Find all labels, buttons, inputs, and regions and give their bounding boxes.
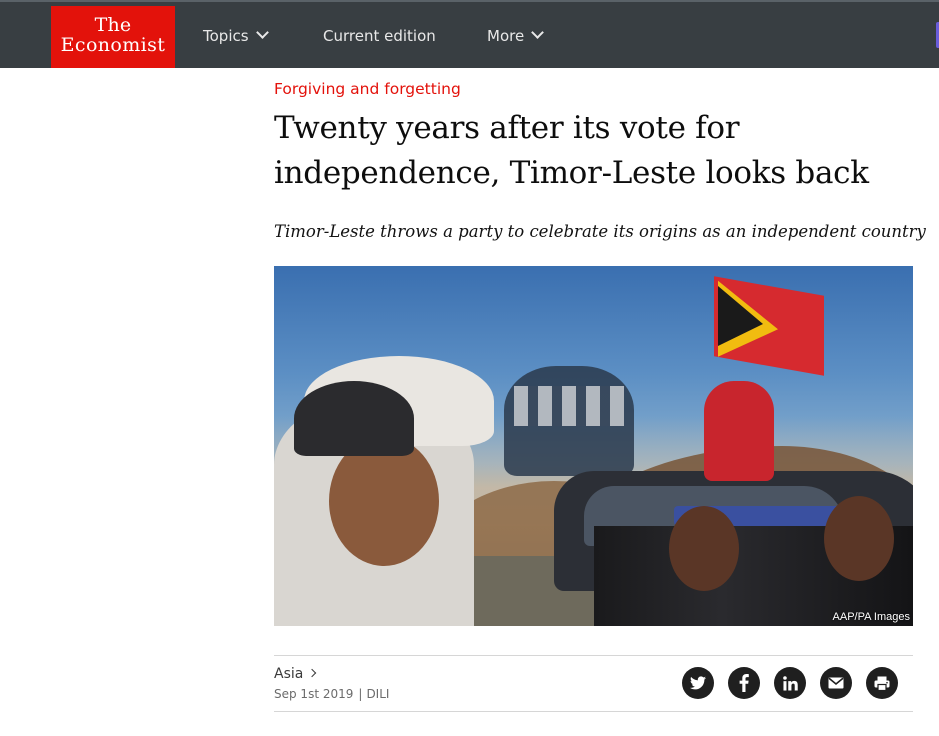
divider bbox=[274, 711, 913, 712]
nav-topics[interactable]: Topics bbox=[203, 25, 269, 47]
chevron-down-icon bbox=[255, 26, 269, 39]
facebook-icon bbox=[739, 674, 749, 692]
share-email-button[interactable] bbox=[820, 667, 852, 699]
dateline-location: DILI bbox=[366, 687, 390, 701]
nav-current-edition-label: Current edition bbox=[323, 27, 436, 45]
print-icon bbox=[874, 676, 890, 691]
share-print-button[interactable] bbox=[866, 667, 898, 699]
linkedin-icon bbox=[782, 675, 798, 691]
logo-line-2: Economist bbox=[60, 34, 166, 56]
chevron-right-icon bbox=[308, 668, 317, 678]
section-link-asia[interactable]: Asia bbox=[274, 664, 317, 684]
divider bbox=[274, 655, 913, 656]
article-subheadline: Timor-Leste throws a party to celebrate … bbox=[274, 222, 926, 241]
share-facebook-button[interactable] bbox=[728, 667, 760, 699]
nav-more-label: More bbox=[487, 27, 525, 45]
share-twitter-button[interactable] bbox=[682, 667, 714, 699]
nav-more[interactable]: More bbox=[487, 25, 545, 47]
article-rubric: Forgiving and forgetting bbox=[274, 80, 461, 98]
dateline-separator: | bbox=[358, 687, 363, 701]
article-headline: Twenty years after its vote for independ… bbox=[274, 110, 869, 191]
publish-date: Sep 1st 2019 bbox=[274, 687, 354, 701]
logo-line-1: The bbox=[94, 14, 132, 36]
chevron-down-icon bbox=[531, 26, 545, 39]
nav-topics-label: Topics bbox=[203, 27, 249, 45]
email-icon bbox=[828, 677, 844, 689]
article-dateline: Sep 1st 2019 | DILI bbox=[274, 685, 389, 703]
nav-current-edition[interactable]: Current edition bbox=[323, 25, 436, 47]
image-credit: AAP/PA Images bbox=[832, 611, 910, 623]
section-label: Asia bbox=[274, 666, 304, 682]
top-navigation-bar: The Economist Topics Current edition Mor… bbox=[0, 0, 939, 68]
twitter-icon bbox=[690, 676, 706, 690]
share-linkedin-button[interactable] bbox=[774, 667, 806, 699]
economist-logo[interactable]: The Economist bbox=[51, 6, 175, 68]
article-hero-image: AAP/PA Images bbox=[274, 266, 913, 626]
navbar-top-line bbox=[0, 0, 939, 2]
